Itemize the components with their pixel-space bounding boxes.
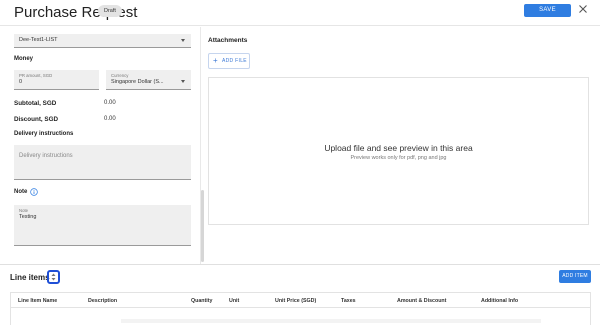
- section-divider: [0, 264, 600, 265]
- pr-amount-label: PR amount, SGD: [19, 73, 53, 78]
- delivery-placeholder: Delivery instructions: [19, 153, 73, 159]
- file-drop-zone[interactable]: Upload file and see preview in this area…: [208, 77, 589, 225]
- pr-amount-value: 0: [19, 79, 23, 85]
- delivery-instructions-textarea[interactable]: Delivery instructions: [14, 145, 191, 180]
- plus-icon: +: [213, 56, 218, 65]
- column-header[interactable]: Amount & Discount: [397, 298, 446, 304]
- drop-zone-title: Upload file and see preview in this area: [324, 143, 473, 153]
- note-field-label: Note: [19, 208, 29, 213]
- save-button[interactable]: SAVE: [524, 4, 571, 17]
- close-icon[interactable]: [578, 3, 588, 15]
- column-header[interactable]: Taxes: [341, 298, 356, 304]
- discount-label: Discount, SGD: [14, 116, 59, 123]
- info-icon[interactable]: [30, 188, 38, 196]
- left-panel-scrollbar[interactable]: [201, 190, 204, 262]
- status-badge: Draft: [98, 5, 122, 17]
- money-section-label: Money: [14, 56, 34, 62]
- chevron-down-icon: [181, 80, 185, 83]
- delivery-section-label: Delivery instructions: [14, 131, 74, 137]
- page-header: Purchase Request Draft SAVE: [0, 0, 600, 26]
- column-header[interactable]: Unit Price (SGD): [275, 298, 316, 304]
- chevron-down-icon: [181, 39, 185, 42]
- add-item-button[interactable]: ADD ITEM: [559, 270, 591, 283]
- currency-select[interactable]: Currency Singapore Dollar (S...: [106, 70, 191, 90]
- currency-label: Currency: [111, 73, 129, 78]
- sort-icon: [51, 273, 56, 281]
- attachments-title: Attachments: [208, 37, 248, 44]
- column-header[interactable]: Description: [88, 298, 117, 304]
- add-file-button[interactable]: + ADD FILE: [208, 53, 250, 69]
- column-header[interactable]: Quantity: [191, 298, 212, 304]
- column-header[interactable]: Unit: [229, 298, 239, 304]
- note-value: Testing: [19, 214, 37, 220]
- list-select[interactable]: Dee-Test1-LIST: [14, 34, 191, 48]
- table-row[interactable]: [10, 308, 591, 325]
- add-file-label: ADD FILE: [222, 58, 247, 64]
- subtotal-value: 0.00: [104, 100, 116, 106]
- row-placeholder: [121, 319, 541, 323]
- currency-value: Singapore Dollar (S...: [111, 79, 164, 85]
- column-header[interactable]: Line Item Name: [18, 298, 57, 304]
- subtotal-label: Subtotal, SGD: [14, 100, 57, 107]
- column-header[interactable]: Additional Info: [481, 298, 518, 304]
- line-items-title: Line items: [10, 273, 50, 282]
- pr-amount-field[interactable]: PR amount, SGD 0: [14, 70, 99, 90]
- note-field[interactable]: Note Testing: [14, 205, 191, 246]
- drop-zone-subtitle: Preview works only for pdf, png and jpg: [350, 155, 447, 161]
- note-section-label: Note: [14, 189, 28, 195]
- line-items-table-header: Line Item Name Description Quantity Unit…: [10, 292, 591, 308]
- discount-value: 0.00: [104, 116, 116, 122]
- list-select-value: Dee-Test1-LIST: [19, 37, 58, 43]
